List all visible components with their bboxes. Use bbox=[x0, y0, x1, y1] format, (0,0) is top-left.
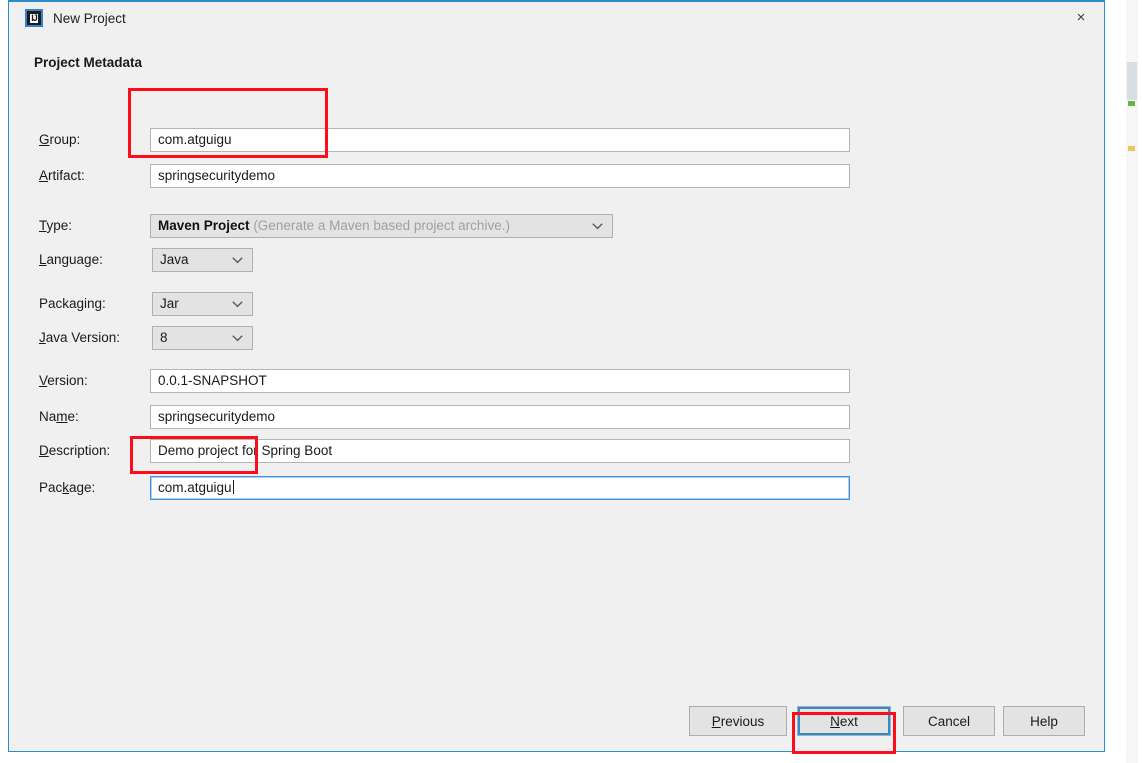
form-row-packaging: Packaging: Jar bbox=[9, 292, 1104, 316]
label-description: Description: bbox=[39, 443, 111, 458]
combobox-value-packaging: Jar bbox=[160, 296, 179, 311]
form-row-name: Name: springsecuritydemo bbox=[9, 405, 1104, 429]
dialog-titlebar: IJ New Project × bbox=[9, 2, 1104, 36]
previous-button[interactable]: Previous bbox=[689, 706, 787, 736]
form-row-group: Group: com.atguigu bbox=[9, 128, 1104, 152]
intellij-idea-icon: IJ bbox=[25, 9, 43, 27]
combobox-java-version[interactable]: 8 bbox=[152, 326, 253, 350]
input-name[interactable]: springsecuritydemo bbox=[150, 405, 850, 429]
chevron-down-icon[interactable] bbox=[592, 215, 604, 237]
form-row-description: Description: Demo project for Spring Boot bbox=[9, 439, 1104, 463]
chevron-down-icon[interactable] bbox=[232, 293, 244, 315]
form-row-type: Type: Maven Project (Generate a Maven bas… bbox=[9, 214, 1104, 238]
input-package[interactable]: com.atguigu bbox=[150, 476, 850, 500]
combobox-value-language: Java bbox=[160, 252, 189, 267]
label-type: Type: bbox=[39, 218, 73, 233]
cancel-button[interactable]: Cancel bbox=[903, 706, 995, 736]
form-row-artifact: Artifact: springsecuritydemo bbox=[9, 164, 1104, 188]
combobox-value-java-version: 8 bbox=[160, 330, 168, 345]
page-title: Project Metadata bbox=[34, 55, 143, 70]
close-icon[interactable]: × bbox=[1058, 2, 1104, 32]
dialog-content: Project Metadata Group: com.atguigu Artifa… bbox=[9, 36, 1104, 752]
form-row-language: Language: Java bbox=[9, 248, 1104, 272]
combobox-language[interactable]: Java bbox=[152, 248, 253, 272]
combobox-packaging[interactable]: Jar bbox=[152, 292, 253, 316]
backdrop-scrollbar-thumb[interactable] bbox=[1127, 62, 1137, 100]
next-button[interactable]: Next bbox=[797, 706, 891, 736]
new-project-dialog: IJ New Project × Project Metadata Group:… bbox=[8, 0, 1105, 752]
form-row-version: Version: 0.0.1-SNAPSHOT bbox=[9, 369, 1104, 393]
combobox-hint-type: (Generate a Maven based project archive.… bbox=[253, 218, 510, 233]
input-description[interactable]: Demo project for Spring Boot bbox=[150, 439, 850, 463]
backdrop-scrollbar-track[interactable] bbox=[1126, 0, 1138, 763]
combobox-value-type: Maven Project bbox=[158, 218, 250, 233]
backdrop-marker-green bbox=[1128, 101, 1135, 106]
previous-button-label: Previous bbox=[711, 713, 765, 729]
label-package: Package: bbox=[39, 480, 96, 495]
dialog-button-bar: Previous Next Cancel Help bbox=[9, 706, 1104, 736]
window-title: New Project bbox=[53, 11, 126, 26]
help-button[interactable]: Help bbox=[1003, 706, 1085, 736]
label-version: Version: bbox=[39, 373, 88, 388]
form-row-package: Package: com.atguigu bbox=[9, 476, 1104, 500]
form-row-java-version: Java Version: 8 bbox=[9, 326, 1104, 350]
input-version[interactable]: 0.0.1-SNAPSHOT bbox=[150, 369, 850, 393]
label-name: Name: bbox=[39, 409, 79, 424]
text-caret bbox=[232, 480, 234, 494]
label-group: Group: bbox=[39, 132, 81, 147]
backdrop-marker-yellow bbox=[1128, 146, 1135, 151]
combobox-type[interactable]: Maven Project (Generate a Maven based pr… bbox=[150, 214, 613, 238]
next-button-label: Next bbox=[830, 713, 858, 729]
label-packaging: Packaging: bbox=[39, 296, 106, 311]
label-java-version: Java Version: bbox=[39, 330, 121, 345]
chevron-down-icon[interactable] bbox=[232, 327, 244, 349]
input-group[interactable]: com.atguigu bbox=[150, 128, 850, 152]
label-language: Language: bbox=[39, 252, 103, 267]
cancel-button-label: Cancel bbox=[927, 713, 971, 729]
help-button-label: Help bbox=[1030, 713, 1058, 729]
input-artifact[interactable]: springsecuritydemo bbox=[150, 164, 850, 188]
chevron-down-icon[interactable] bbox=[232, 249, 244, 271]
label-artifact: Artifact: bbox=[39, 168, 85, 183]
